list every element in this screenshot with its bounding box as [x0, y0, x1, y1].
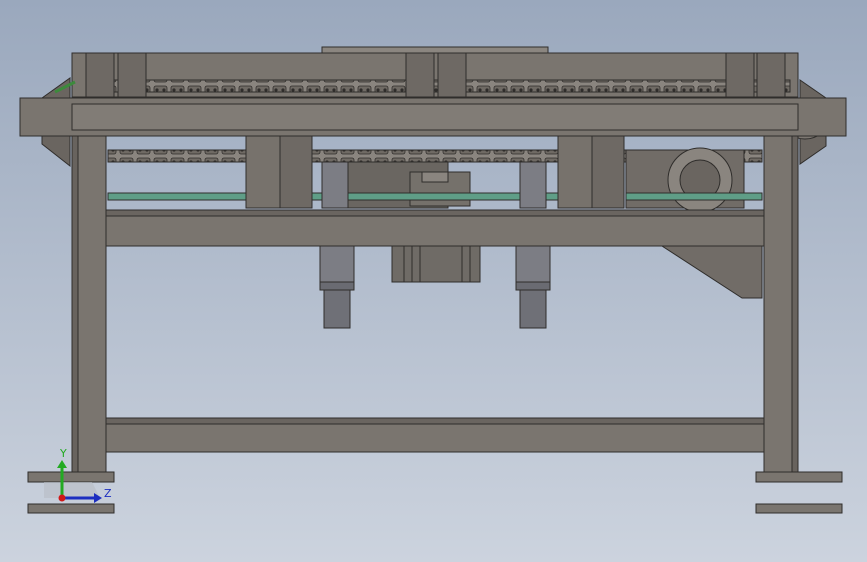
leg-right-shade — [791, 135, 799, 475]
rail-bracket-mid-1 — [405, 52, 435, 98]
rail-bracket-right-1 — [725, 52, 755, 98]
main-beam-inner — [71, 103, 799, 131]
y-axis-label: Y — [59, 447, 67, 460]
guide-rail-right — [625, 192, 763, 201]
support-1 — [245, 135, 281, 209]
cylinder-left — [319, 245, 355, 329]
support-2 — [279, 135, 313, 209]
cylinder-right-top — [519, 161, 547, 209]
cylinder-right — [515, 245, 551, 329]
motor-body — [391, 245, 481, 283]
cad-viewport[interactable]: Y Z — [0, 0, 867, 562]
support-3 — [557, 135, 593, 209]
gearmotor — [625, 147, 745, 213]
rail-bracket-mid-2 — [437, 52, 467, 98]
bottom-crossbeam-lip — [105, 417, 765, 425]
guide-rail-left — [107, 192, 247, 201]
rail-bracket-right-2 — [756, 52, 786, 98]
support-4 — [591, 135, 625, 209]
foot-right-lower — [755, 503, 843, 514]
foot-left-lower — [27, 503, 115, 514]
cylinder-left-top — [321, 161, 349, 209]
triad-plane — [44, 482, 100, 498]
foot-right-upper — [755, 471, 843, 483]
origin-dot — [58, 494, 66, 502]
rail-bracket-left-2 — [117, 52, 147, 98]
leg-left-shade — [71, 135, 79, 475]
motor-mount-tab — [421, 171, 449, 183]
rail-bracket-left-1 — [85, 52, 115, 98]
z-axis-label: Z — [104, 487, 112, 500]
foot-left-upper — [27, 471, 115, 483]
middle-crossbeam-lip — [105, 209, 765, 217]
